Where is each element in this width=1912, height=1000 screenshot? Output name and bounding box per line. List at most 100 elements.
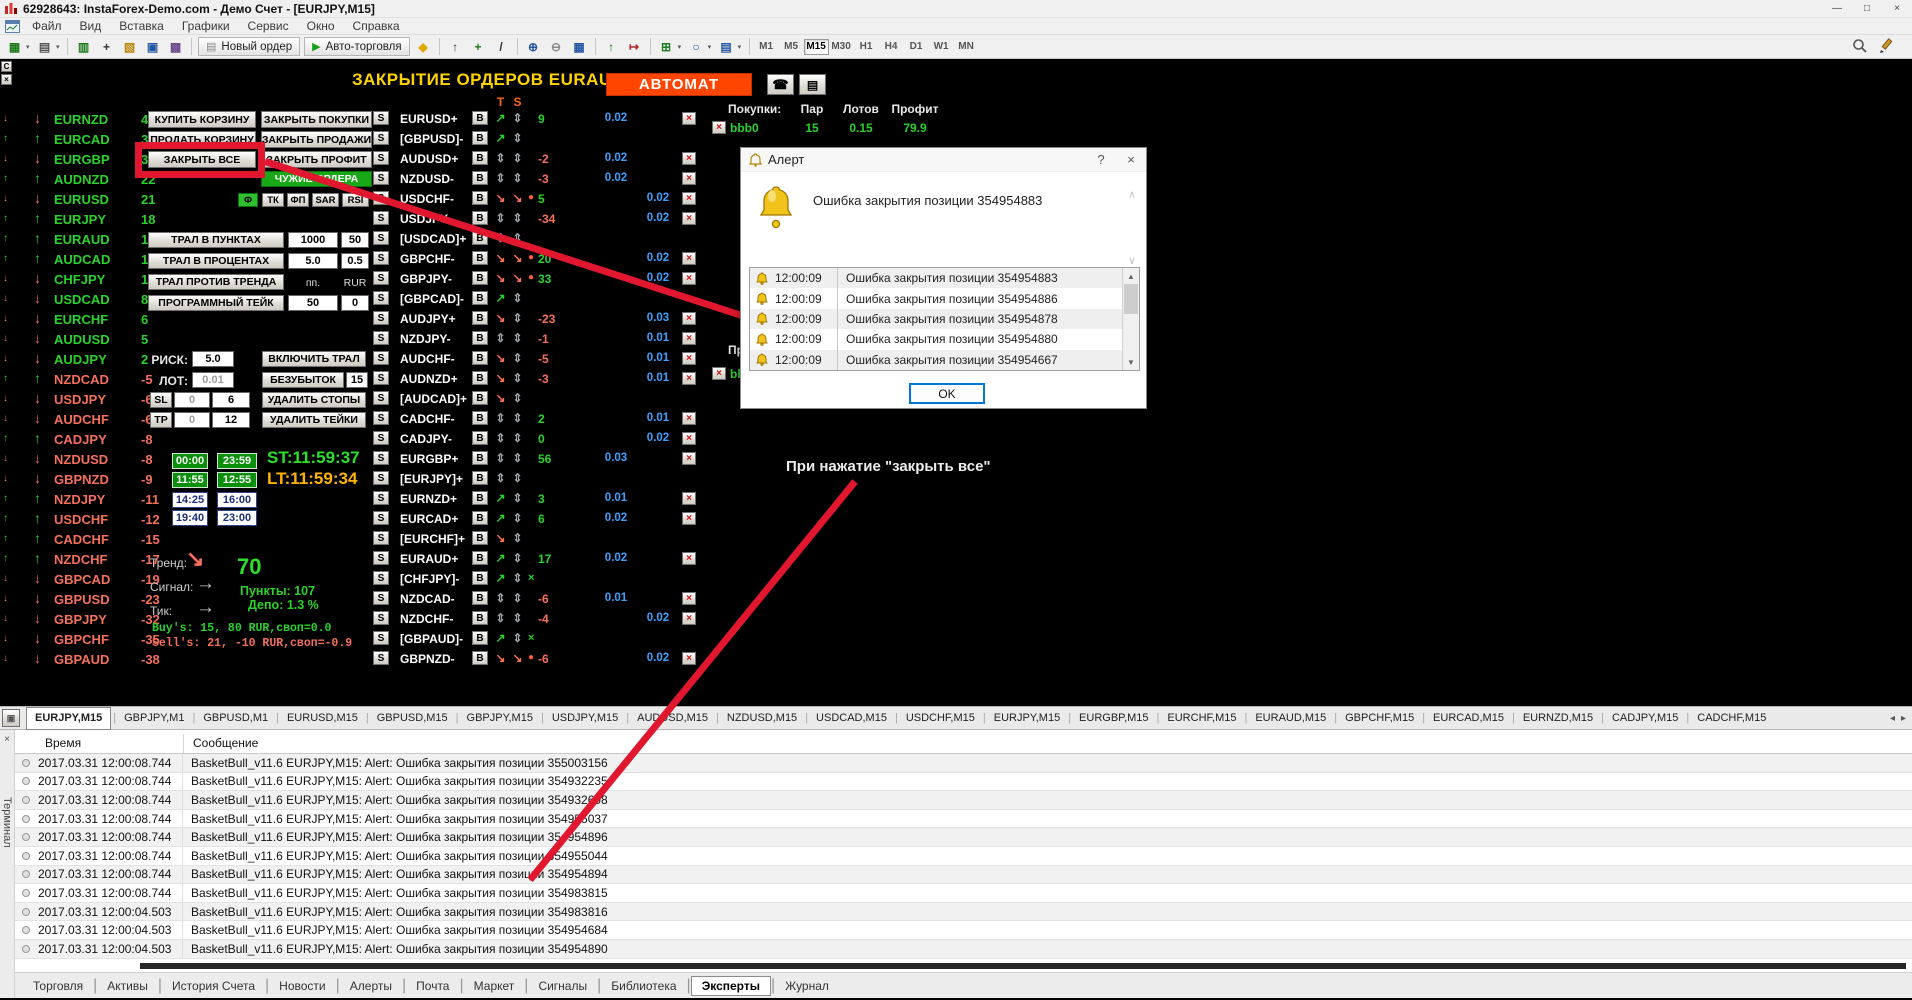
buy-button[interactable]: B	[472, 191, 488, 205]
buy-button[interactable]: B	[472, 531, 488, 545]
timeframe-M5[interactable]: M5	[779, 39, 804, 55]
chart-close-button[interactable]: ×	[1, 74, 12, 85]
alert-history-list[interactable]: 12:00:09Ошибка закрытия позиции 35495488…	[749, 267, 1140, 371]
chart-tab-EURGBP-M15[interactable]: EURGBP,M15	[1071, 708, 1157, 729]
trendline-icon[interactable]: /	[490, 38, 513, 56]
maximize-button[interactable]: □	[1852, 0, 1882, 18]
chart-tab-USDJPY-M15[interactable]: USDJPY,M15	[544, 708, 626, 729]
buy-button[interactable]: B	[472, 131, 488, 145]
message-scroll-up-icon[interactable]: ∧	[1128, 188, 1136, 201]
arrange-up-icon[interactable]: ↑	[600, 38, 623, 56]
sell-button[interactable]: S	[373, 591, 389, 605]
close-order-button[interactable]: ×	[682, 652, 696, 665]
strategy-tester-icon[interactable]: ▩	[164, 38, 187, 56]
buy-button[interactable]: B	[472, 271, 488, 285]
buy-button[interactable]: B	[472, 491, 488, 505]
close-order-button[interactable]: ×	[682, 592, 696, 605]
sell-button[interactable]: S	[373, 211, 389, 225]
buy-button[interactable]: B	[472, 631, 488, 645]
window-list-icon[interactable]: ▣	[2, 709, 20, 727]
log-row[interactable]: 2017.03.31 12:00:08.744BasketBull_v11.6 …	[15, 773, 1912, 792]
terminal-tab-эксперты[interactable]: Эксперты	[691, 976, 771, 996]
buy-button[interactable]: B	[472, 311, 488, 325]
sell-button[interactable]: S	[373, 411, 389, 425]
alert-row[interactable]: 12:00:09Ошибка закрытия позиции 35495487…	[750, 309, 1124, 329]
close-order-button[interactable]: ×	[682, 272, 696, 285]
auto-trading-button[interactable]: ▶Авто-торговля	[304, 37, 409, 56]
chart-tab-GBPJPY-M15[interactable]: GBPJPY,M15	[459, 708, 541, 729]
log-row[interactable]: 2017.03.31 12:00:08.744BasketBull_v11.6 …	[15, 866, 1912, 885]
terminal-tab-торговля[interactable]: Торговля	[23, 977, 93, 995]
edit-icon[interactable]	[1878, 38, 1894, 59]
profiles-icon[interactable]: ▤▾	[33, 38, 63, 56]
log-row[interactable]: 2017.03.31 12:00:04.503BasketBull_v11.6 …	[15, 940, 1912, 959]
tab-scroll-right[interactable]: ▸	[1899, 713, 1912, 724]
navigator-icon[interactable]: ▧	[118, 38, 141, 56]
buy-button[interactable]: B	[472, 571, 488, 585]
log-row[interactable]: 2017.03.31 12:00:04.503BasketBull_v11.6 …	[15, 921, 1912, 940]
close-order-button[interactable]: ×	[682, 152, 696, 165]
close-order-button[interactable]: ×	[682, 492, 696, 505]
auto-scroll-icon[interactable]: ↦	[623, 38, 646, 56]
buy-button[interactable]: B	[472, 111, 488, 125]
chart-collapse-button[interactable]: C	[1, 61, 12, 72]
sell-button[interactable]: S	[373, 451, 389, 465]
menu-графики[interactable]: Графики	[173, 19, 239, 33]
alert-dialog-titlebar[interactable]: Алерт ? ×	[741, 148, 1146, 172]
buy-button[interactable]: B	[472, 471, 488, 485]
terminal-panel-icon[interactable]: ▣	[141, 38, 164, 56]
sell-button[interactable]: S	[373, 251, 389, 265]
minimize-button[interactable]: —	[1822, 0, 1852, 18]
sell-button[interactable]: S	[373, 171, 389, 185]
menu-справка[interactable]: Справка	[344, 19, 409, 33]
buy-button[interactable]: B	[472, 371, 488, 385]
scroll-down-icon[interactable]: ▼	[1122, 354, 1139, 370]
cursor-icon[interactable]: ↑	[444, 38, 467, 56]
buy-button[interactable]: B	[472, 551, 488, 565]
timeframe-M30[interactable]: M30	[829, 39, 854, 55]
timeframe-M1[interactable]: M1	[754, 39, 779, 55]
menu-вставка[interactable]: Вставка	[110, 19, 173, 33]
ok-button[interactable]: OK	[909, 383, 985, 404]
menu-вид[interactable]: Вид	[71, 19, 111, 33]
terminal-tab-маркет[interactable]: Маркет	[464, 977, 525, 995]
chart-tab-USDCAD-M15[interactable]: USDCAD,M15	[808, 708, 895, 729]
scroll-thumb[interactable]	[1124, 284, 1138, 314]
crosshair-icon[interactable]: +	[467, 38, 490, 56]
sell-button[interactable]: S	[373, 491, 389, 505]
timeframe-H4[interactable]: H4	[879, 39, 904, 55]
periods-icon[interactable]: ○▾	[685, 38, 715, 56]
timeframe-M15[interactable]: M15	[804, 39, 829, 55]
templates-icon[interactable]: ▤▾	[715, 38, 745, 56]
close-order-button[interactable]: ×	[682, 212, 696, 225]
chart-tab-EURJPY-M15[interactable]: EURJPY,M15	[26, 707, 111, 730]
terminal-tab-активы[interactable]: Активы	[97, 977, 158, 995]
buy-button[interactable]: B	[472, 451, 488, 465]
alert-row[interactable]: 12:00:09Ошибка закрытия позиции 35495488…	[750, 288, 1124, 308]
log-row[interactable]: 2017.03.31 12:00:08.744BasketBull_v11.6 …	[15, 884, 1912, 903]
timeframe-D1[interactable]: D1	[904, 39, 929, 55]
new-chart-icon[interactable]: ▦▾	[3, 38, 33, 56]
terminal-tab-история-счета[interactable]: История Счета	[162, 977, 265, 995]
menu-сервис[interactable]: Сервис	[239, 19, 298, 33]
chart-tab-CADJPY-M15[interactable]: CADJPY,M15	[1604, 708, 1686, 729]
data-window-icon[interactable]: +	[95, 38, 118, 56]
chart-tab-EURUSD-M15[interactable]: EURUSD,M15	[279, 708, 366, 729]
buy-button[interactable]: B	[472, 591, 488, 605]
close-order-button[interactable]: ×	[682, 612, 696, 625]
alert-dialog[interactable]: Алерт ? × Ошибка закрытия позиции 354954…	[740, 147, 1147, 409]
chart-tab-EURCAD-M15[interactable]: EURCAD,M15	[1425, 708, 1512, 729]
buy-button[interactable]: B	[472, 391, 488, 405]
buy-button[interactable]: B	[472, 151, 488, 165]
sell-button[interactable]: S	[373, 291, 389, 305]
terminal-tab-почта[interactable]: Почта	[406, 977, 459, 995]
log-row[interactable]: 2017.03.31 12:00:04.503BasketBull_v11.6 …	[15, 903, 1912, 922]
chart-tab-EURAUD-M15[interactable]: EURAUD,M15	[1247, 708, 1334, 729]
chart-tab-EURNZD-M15[interactable]: EURNZD,M15	[1515, 708, 1601, 729]
terminal-close-icon[interactable]: ×	[4, 734, 10, 745]
terminal-tab-сигналы[interactable]: Сигналы	[528, 977, 597, 995]
buy-button[interactable]: B	[472, 351, 488, 365]
timeframe-W1[interactable]: W1	[929, 39, 954, 55]
close-order-button[interactable]: ×	[682, 432, 696, 445]
terminal-tab-алерты[interactable]: Алерты	[340, 977, 402, 995]
